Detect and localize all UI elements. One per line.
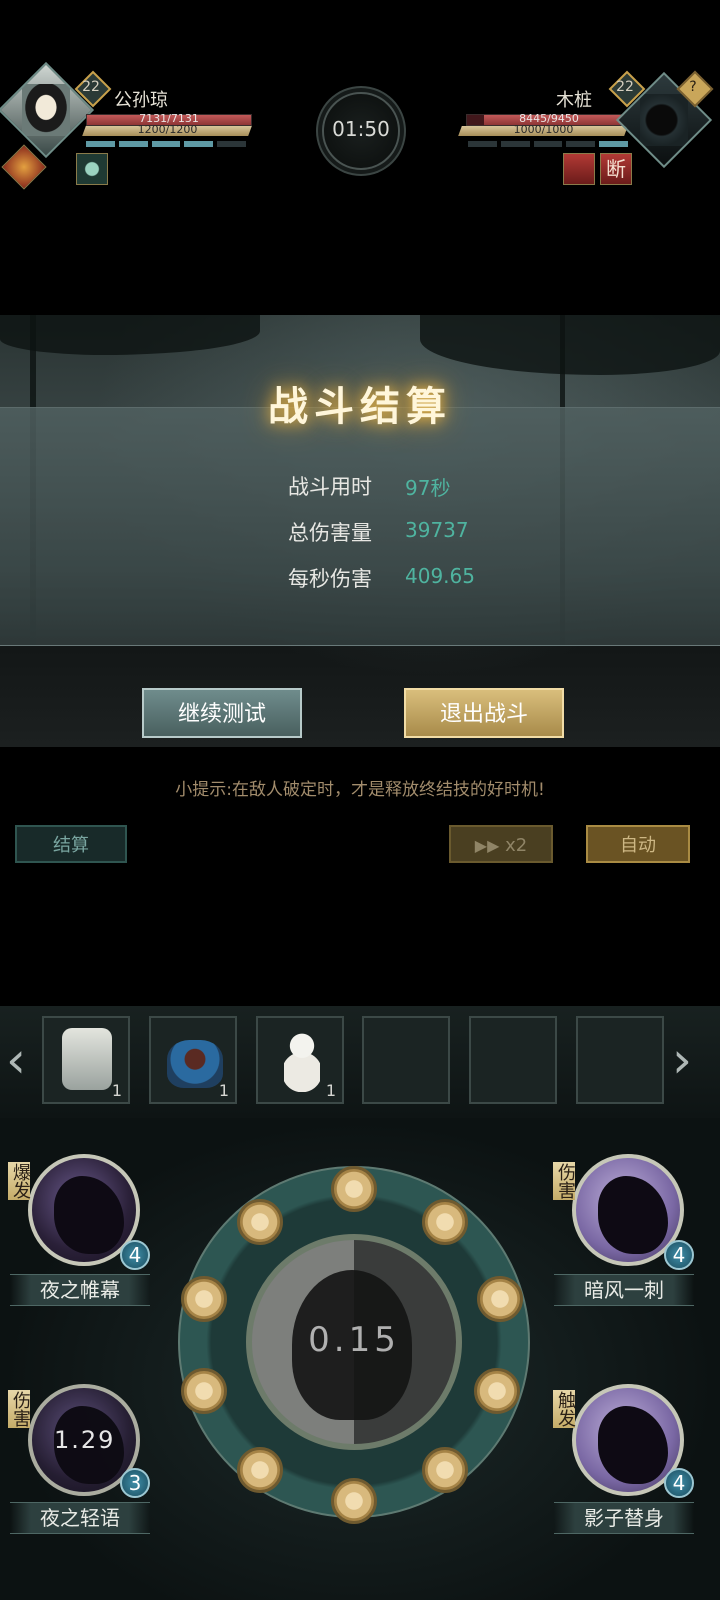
player-mp-bar: 1200/1200 bbox=[82, 123, 252, 136]
item-slot-2[interactable]: 1 bbox=[149, 1016, 237, 1104]
break-debuff-icon: 断 bbox=[600, 153, 632, 185]
tip-text: 小提示:在敌人破定时，才是释放终结技的好时机! bbox=[175, 780, 545, 800]
enemy-energy-segments bbox=[468, 141, 628, 147]
skill-count-badge: 4 bbox=[120, 1240, 150, 1270]
skill-cooldown: 1.29 bbox=[54, 1426, 116, 1454]
battle-timer: 01:50 bbox=[332, 117, 390, 141]
continue-test-button[interactable]: 继续测试 bbox=[142, 688, 302, 738]
item-slot-3[interactable]: 1 bbox=[256, 1016, 344, 1104]
skill-tag-damage: 伤害 bbox=[553, 1162, 576, 1200]
item-count: 1 bbox=[218, 1081, 229, 1100]
lotus-buff-icon bbox=[76, 153, 108, 185]
stat-label-time: 战斗用时 bbox=[288, 475, 372, 499]
fast-forward-icon: ▶▶ bbox=[474, 836, 500, 855]
chevron-left-icon[interactable]: ‹ bbox=[6, 1030, 26, 1090]
player-mp-text: 1200/1200 bbox=[137, 123, 198, 136]
energy-orb bbox=[181, 1368, 227, 1414]
energy-orb bbox=[237, 1199, 283, 1245]
enemy-name: 木桩 bbox=[556, 90, 592, 111]
stat-value-dps: 409.65 bbox=[405, 564, 475, 588]
energy-orb bbox=[331, 1478, 377, 1524]
enemy-mp-text: 1000/1000 bbox=[513, 123, 574, 136]
settle-button[interactable]: 结算 bbox=[15, 825, 127, 863]
skill-name-night-curtain: 夜之帷幕 bbox=[10, 1274, 150, 1306]
enemy-level: 22 bbox=[616, 79, 634, 95]
speed-button[interactable]: ▶▶ x2 bbox=[449, 825, 553, 863]
skill-count-badge: 4 bbox=[664, 1468, 694, 1498]
energy-orb bbox=[474, 1368, 520, 1414]
incense-bowl-icon bbox=[167, 1040, 223, 1088]
skill-count-badge: 3 bbox=[120, 1468, 150, 1498]
result-title: 战斗结算 bbox=[268, 383, 452, 430]
skill-tag-damage: 伤害 bbox=[8, 1390, 31, 1428]
energy-orb bbox=[181, 1276, 227, 1322]
gourd-bottle-icon bbox=[284, 1026, 320, 1092]
skill-count-badge: 4 bbox=[664, 1240, 694, 1270]
stat-value-time: 97秒 bbox=[405, 476, 451, 500]
energy-orb bbox=[422, 1199, 468, 1245]
item-count: 1 bbox=[111, 1081, 122, 1100]
energy-orb bbox=[237, 1447, 283, 1493]
stat-label-dps: 每秒伤害 bbox=[288, 567, 372, 591]
skill-tag-trigger: 触发 bbox=[553, 1390, 576, 1428]
item-slot-5[interactable] bbox=[469, 1016, 557, 1104]
enemy-mp-bar: 1000/1000 bbox=[458, 123, 628, 136]
player-name: 公孙琼 bbox=[114, 90, 168, 111]
skill-tag-burst: 爆发 bbox=[8, 1162, 31, 1200]
ultimate-cooldown: 0.15 bbox=[308, 1320, 400, 1360]
stat-label-total-damage: 总伤害量 bbox=[288, 521, 372, 545]
player-energy-segments bbox=[86, 141, 246, 147]
energy-orb bbox=[422, 1447, 468, 1493]
auto-button[interactable]: 自动 bbox=[586, 825, 690, 863]
energy-orb bbox=[331, 1166, 377, 1212]
speed-label: x2 bbox=[505, 835, 528, 856]
skill-name-shadow-double: 影子替身 bbox=[554, 1502, 694, 1534]
item-slot-6[interactable] bbox=[576, 1016, 664, 1104]
seal-jar-icon bbox=[62, 1028, 112, 1090]
energy-orb bbox=[477, 1276, 523, 1322]
attack-up-icon bbox=[563, 153, 595, 185]
chevron-right-icon[interactable]: › bbox=[672, 1030, 692, 1090]
skill-name-dark-wind-stab: 暗风一刺 bbox=[554, 1274, 694, 1306]
item-count: 1 bbox=[325, 1081, 336, 1100]
item-slot-4[interactable] bbox=[362, 1016, 450, 1104]
unknown-badge-text: ? bbox=[689, 79, 697, 95]
exit-battle-button[interactable]: 退出战斗 bbox=[404, 688, 564, 738]
stat-value-total-damage: 39737 bbox=[405, 518, 469, 542]
skill-name-night-whisper: 夜之轻语 bbox=[10, 1502, 150, 1534]
player-level: 22 bbox=[82, 79, 100, 95]
item-slot-1[interactable]: 1 bbox=[42, 1016, 130, 1104]
